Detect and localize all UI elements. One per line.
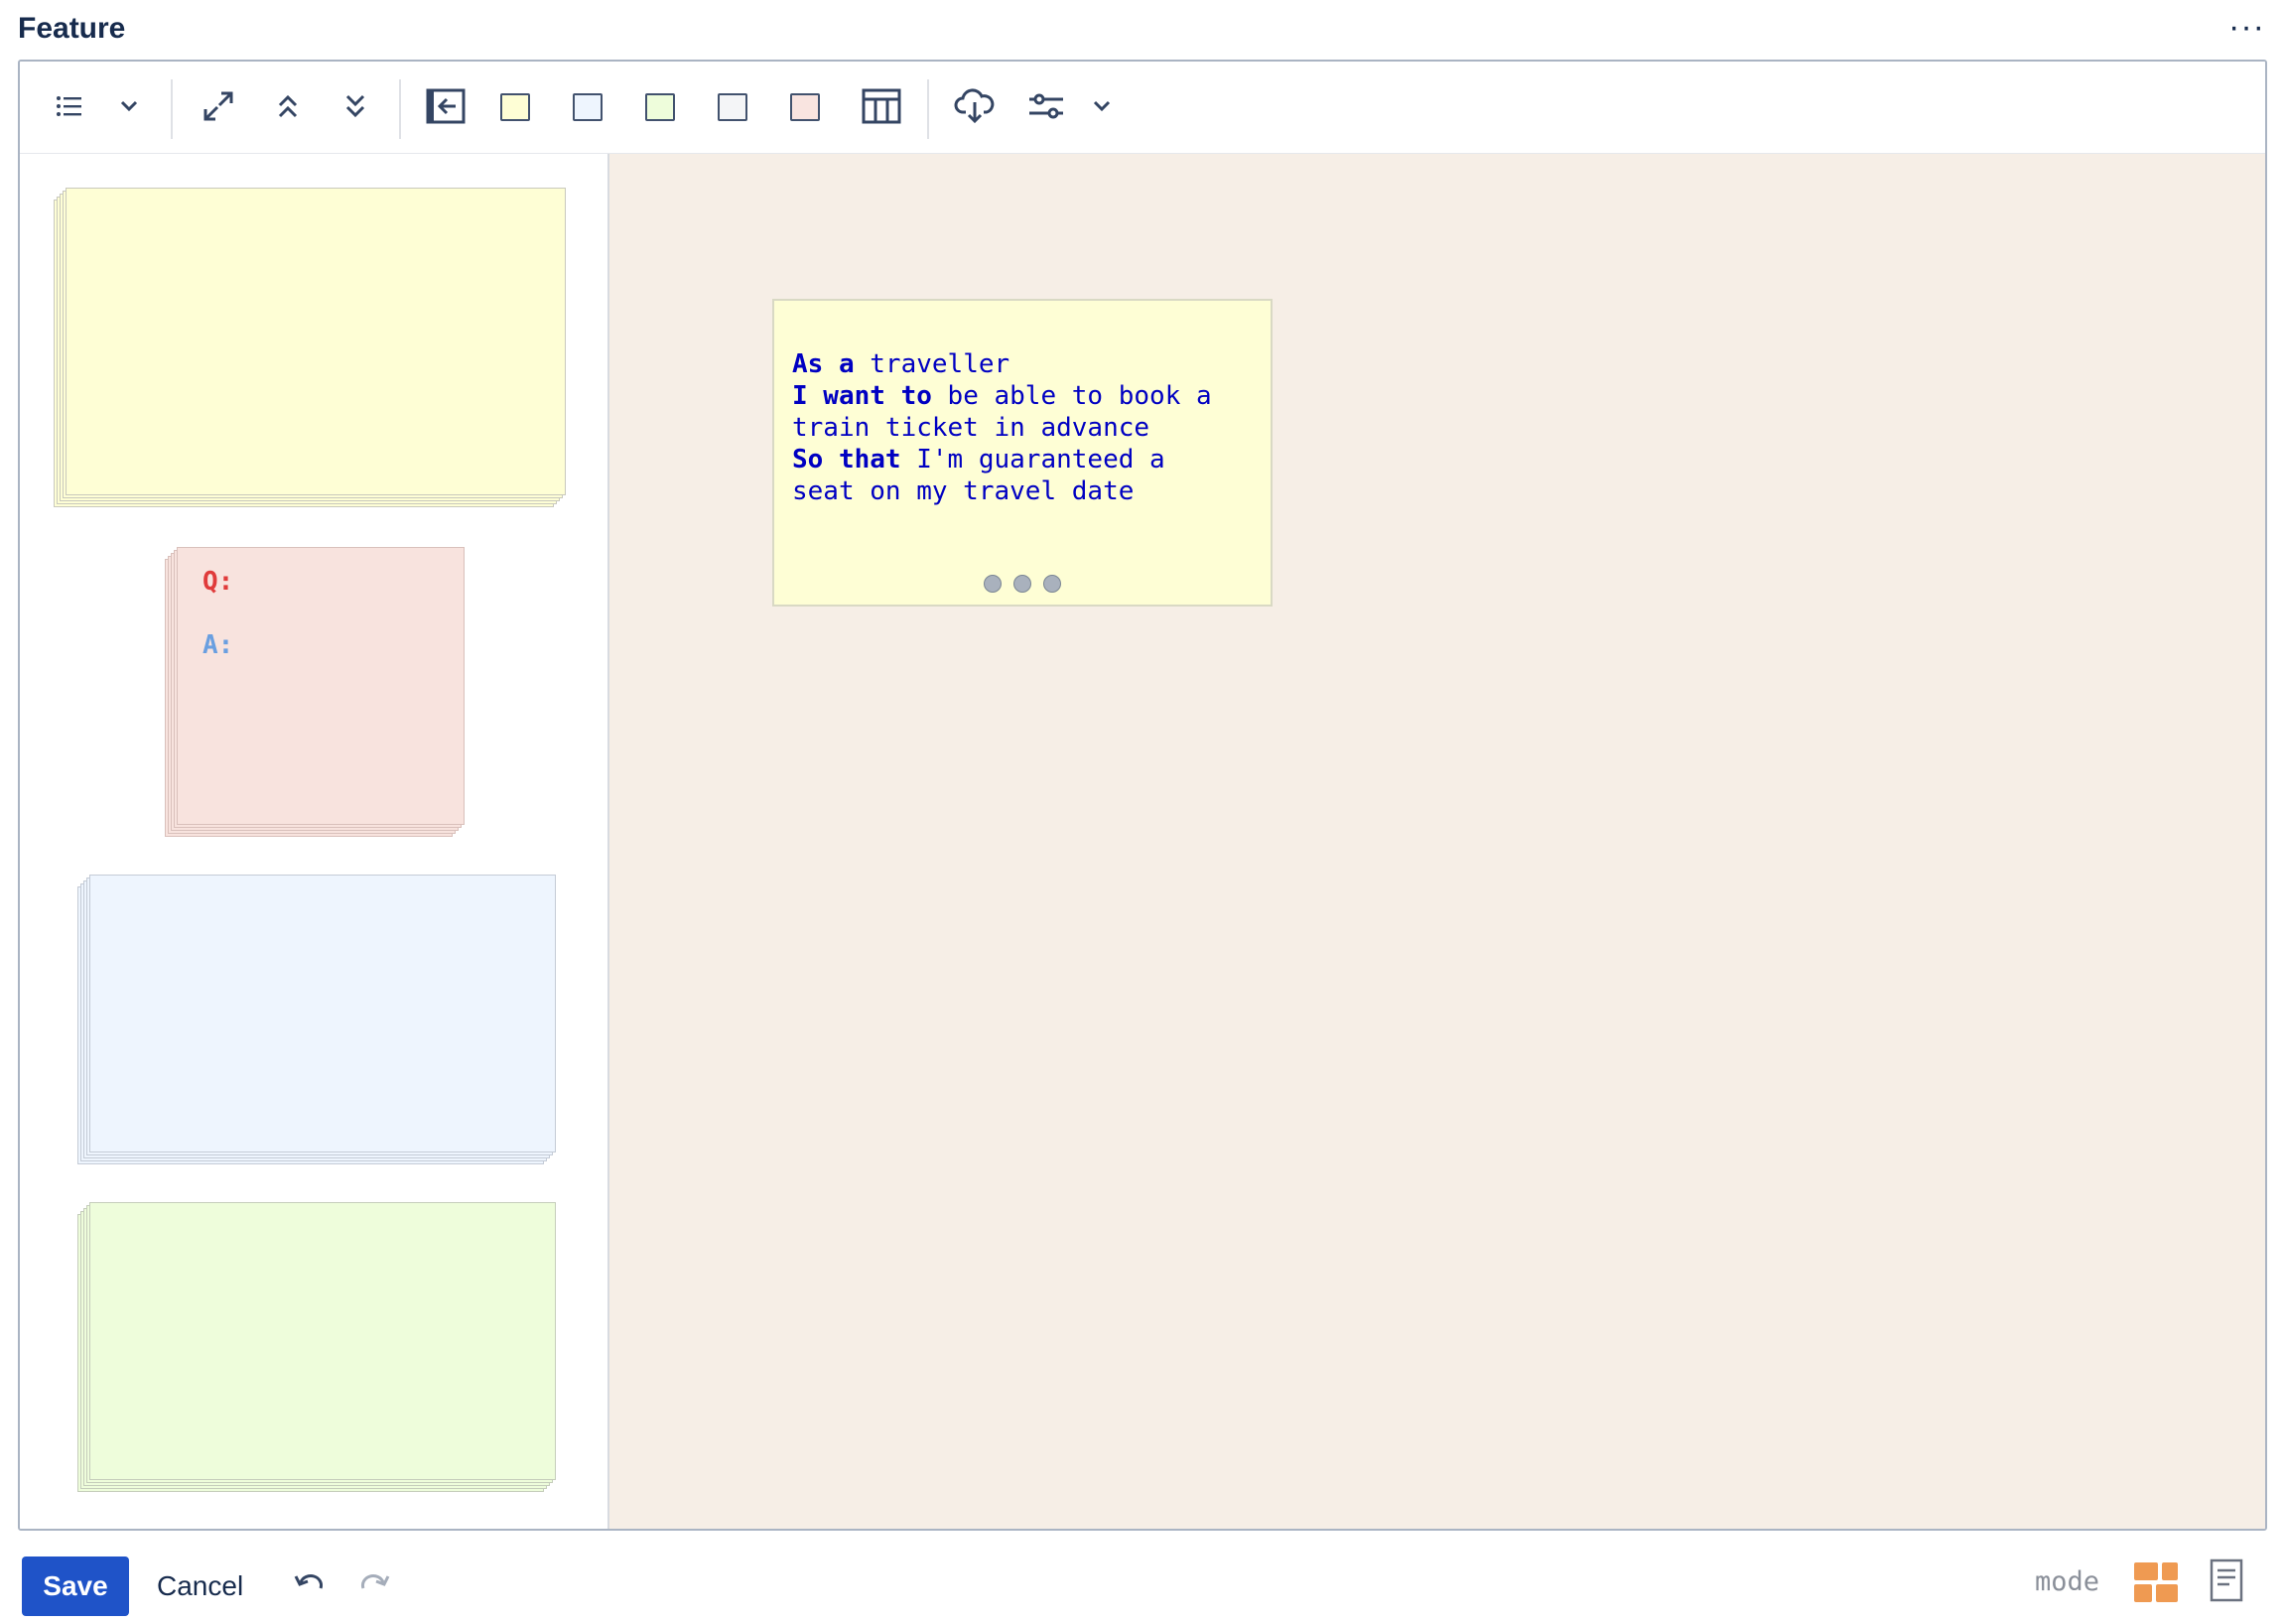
cloud-download-icon[interactable] — [951, 83, 999, 129]
expand-icon[interactable] — [197, 83, 240, 129]
story-board-canvas[interactable]: As a traveller I want to be able to book… — [609, 154, 2265, 1529]
toolbar-divider — [171, 79, 173, 139]
swatch-yellow[interactable] — [500, 93, 530, 121]
cancel-button[interactable]: Cancel — [157, 1556, 243, 1616]
card-palette: Q: A: — [20, 154, 609, 1529]
card-menu-handle[interactable] — [774, 569, 1271, 601]
swatch-blue[interactable] — [573, 93, 603, 121]
qa-answer-label: A: — [202, 630, 234, 660]
card-template-green[interactable] — [77, 1202, 560, 1500]
story-line-2: I want to be able to book a — [792, 381, 1212, 411]
qa-question-label: Q: — [202, 567, 234, 597]
collapse-down-icon[interactable] — [334, 83, 377, 129]
list-icon[interactable] — [50, 83, 89, 129]
toolbar-divider — [927, 79, 929, 139]
settings-sliders-icon[interactable] — [1022, 83, 1070, 129]
chevron-down-icon[interactable] — [1084, 83, 1120, 129]
story-line-5: seat on my travel date — [792, 476, 1135, 506]
undo-icon[interactable] — [291, 1568, 327, 1604]
more-actions-button[interactable]: ··· — [2228, 8, 2265, 47]
collapse-up-icon[interactable] — [266, 83, 310, 129]
card-template-blue[interactable] — [77, 875, 560, 1172]
page-title: Feature — [18, 12, 126, 45]
board-mode-icon[interactable] — [2134, 1562, 2178, 1602]
story-line-1: As a traveller — [792, 349, 1010, 379]
story-line-3: train ticket in advance — [792, 413, 1150, 443]
swatch-gray[interactable] — [718, 93, 747, 121]
redo-icon[interactable] — [357, 1568, 393, 1604]
user-story-card[interactable]: As a traveller I want to be able to book… — [772, 299, 1273, 607]
chevron-down-icon[interactable] — [109, 83, 149, 129]
card-template-qa[interactable]: Q: A: — [165, 547, 465, 845]
toolbar-divider — [399, 79, 401, 139]
story-line-4: So that I'm guaranteed a — [792, 445, 1165, 474]
document-mode-icon[interactable] — [2210, 1558, 2243, 1602]
swatch-green[interactable] — [645, 93, 675, 121]
footer-bar: Save Cancel mode — [0, 1549, 2285, 1618]
card-template-yellow[interactable] — [54, 188, 570, 515]
back-to-palette-icon[interactable] — [423, 83, 469, 129]
swatch-pink[interactable] — [790, 93, 820, 121]
table-icon[interactable] — [859, 83, 904, 129]
editor-frame: Q: A: As a traveller I want to be able t… — [18, 60, 2267, 1531]
mode-label: mode — [2035, 1566, 2100, 1597]
toolbar — [20, 62, 2265, 154]
save-button[interactable]: Save — [22, 1556, 129, 1616]
